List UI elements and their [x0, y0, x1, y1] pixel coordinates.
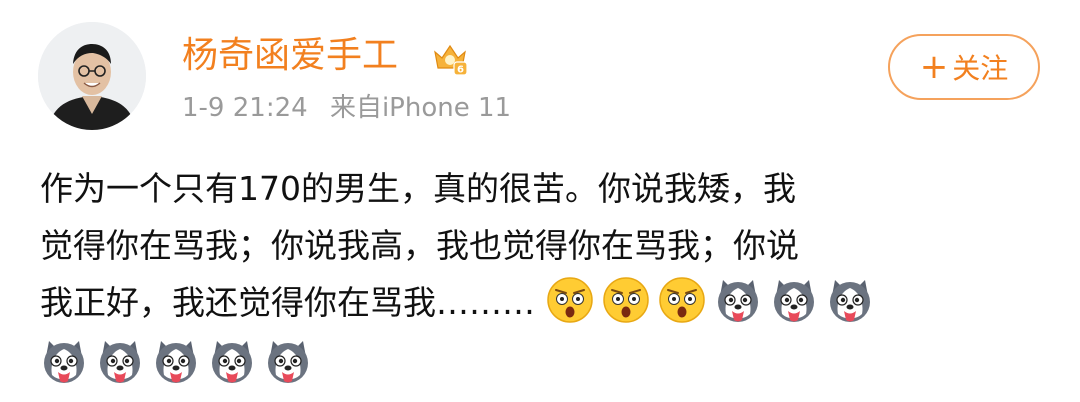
- surprised-emoji: [546, 276, 594, 324]
- husky-dog-emoji: [40, 337, 88, 385]
- husky-dog-emoji: [826, 276, 874, 324]
- vip-level-text: 6: [457, 65, 464, 76]
- emoji-row: [546, 277, 882, 323]
- plus-icon: +: [919, 47, 949, 87]
- husky-dog-emoji: [770, 276, 818, 324]
- surprised-emoji: [658, 276, 706, 324]
- surprised-emoji: [602, 276, 650, 324]
- post-text-line: 觉得你在骂我；你说我高，我也觉得你在骂我；你说: [40, 226, 799, 265]
- post-source: 来自iPhone 11: [329, 93, 512, 123]
- vip-crown-icon: 6: [430, 38, 470, 78]
- husky-dog-emoji: [208, 337, 256, 385]
- husky-dog-emoji: [714, 276, 762, 324]
- post-text-line: 我正好，我还觉得你在骂我………: [40, 274, 1040, 331]
- post-time: 1-9 21:24: [182, 93, 308, 123]
- avatar[interactable]: [38, 22, 146, 130]
- post-body: 作为一个只有170的男生，真的很苦。你说我矮，我 觉得你在骂我；你说我高，我也觉…: [40, 160, 1040, 392]
- post-meta: 1-9 21:24 来自iPhone 11: [182, 92, 511, 124]
- post-text: 我正好，我还觉得你在骂我………: [40, 283, 535, 322]
- husky-dog-emoji: [152, 337, 200, 385]
- emoji-row: [40, 331, 1040, 392]
- post-text-line: 作为一个只有170的男生，真的很苦。你说我矮，我: [40, 169, 796, 208]
- husky-dog-emoji: [96, 337, 144, 385]
- husky-dog-emoji: [264, 337, 312, 385]
- follow-button-label: 关注: [952, 52, 1009, 85]
- username[interactable]: 杨奇函爱手工: [182, 34, 398, 78]
- follow-button[interactable]: + 关注: [888, 34, 1040, 100]
